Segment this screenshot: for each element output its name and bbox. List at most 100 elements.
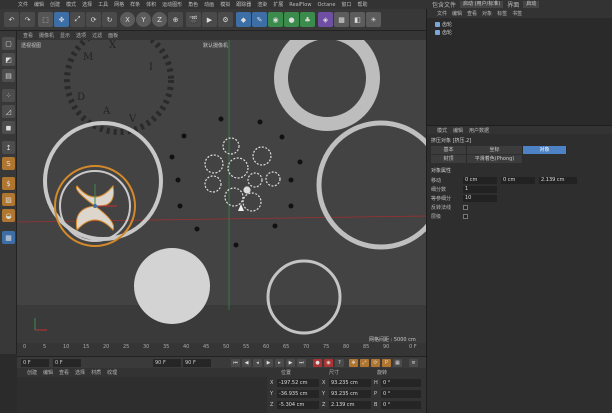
isoparm-field[interactable]: 10 <box>463 195 497 202</box>
next-key-icon[interactable]: ▶ <box>286 359 295 367</box>
position-y-field[interactable]: -36.935 cm <box>277 390 319 398</box>
move-z-field[interactable]: 2.139 cm <box>539 177 577 184</box>
move-y-field[interactable]: 0 cm <box>501 177 535 184</box>
menu-create[interactable]: 创建 <box>50 1 60 8</box>
snap-settings-icon[interactable]: $ <box>2 177 15 190</box>
next-frame-icon[interactable]: ▸ <box>275 359 284 367</box>
axis-x-button[interactable]: X <box>120 12 135 27</box>
tab-caps[interactable]: 封顶 <box>431 155 467 163</box>
current-frame-field[interactable]: 0 F <box>21 359 49 367</box>
workplane-icon[interactable]: ▨ <box>2 193 15 206</box>
menu-volume[interactable]: 体积 <box>146 1 156 8</box>
interface-select[interactable]: 启动 <box>523 1 540 8</box>
attr-menu-mode[interactable]: 模式 <box>437 127 447 134</box>
attr-menu-edit[interactable]: 编辑 <box>453 127 463 134</box>
points-mode-icon[interactable]: ⁘ <box>2 89 15 102</box>
om-menu-file[interactable]: 文件 <box>437 10 447 17</box>
prev-key-icon[interactable]: ◀ <box>242 359 251 367</box>
record-icon[interactable]: ● <box>313 359 322 367</box>
timeline-menu-icon[interactable]: ≡ <box>409 359 418 367</box>
menu-render[interactable]: 渲染 <box>257 1 267 8</box>
play-icon[interactable]: ▶ <box>264 359 273 367</box>
cloner-icon[interactable]: ● <box>284 12 299 27</box>
viewport-menu-cameras[interactable]: 摄像机 <box>39 32 54 39</box>
rotation-h-field[interactable]: 0 ° <box>381 379 421 387</box>
menu-mode[interactable]: 模式 <box>66 1 76 8</box>
viewport-menu-panel[interactable]: 面板 <box>108 32 118 39</box>
subdivision-field[interactable]: 1 <box>463 186 497 193</box>
om-menu-view[interactable]: 查看 <box>467 10 477 17</box>
object-manager-list[interactable]: 齿轮 齿轮 <box>427 18 612 125</box>
edges-mode-icon[interactable]: ◿ <box>2 105 15 118</box>
viewport-menu-display[interactable]: 显示 <box>60 32 70 39</box>
viewport-menu-view[interactable]: 查看 <box>23 32 33 39</box>
material-manager-area[interactable] <box>17 377 267 413</box>
hierarchical-checkbox[interactable] <box>463 214 468 219</box>
end-frame-field-b[interactable]: 90 F <box>183 359 211 367</box>
undo-icon[interactable]: ↶ <box>4 12 19 27</box>
menu-simulate[interactable]: 模拟 <box>220 1 230 8</box>
rotate-tool-icon[interactable]: ⟳ <box>86 12 101 27</box>
menu-select[interactable]: 选择 <box>82 1 92 8</box>
scale-tool-icon[interactable]: ⤢ <box>70 12 85 27</box>
list-item[interactable]: 齿轮 <box>435 29 452 36</box>
tab-coord[interactable]: 坐标 <box>467 146 523 154</box>
list-item[interactable]: 齿轮 <box>435 21 452 28</box>
flip-normals-checkbox[interactable] <box>463 205 468 210</box>
material-menu-view[interactable]: 查看 <box>59 369 69 376</box>
rotation-b-field[interactable]: 0 ° <box>381 401 421 409</box>
tab-basic[interactable]: 基本 <box>431 146 467 154</box>
position-z-field[interactable]: -5.304 cm <box>277 401 319 409</box>
material-menu-select[interactable]: 选择 <box>75 369 85 376</box>
key-pla-icon[interactable]: ▦ <box>393 359 402 367</box>
grid-icon[interactable]: ▦ <box>2 231 15 244</box>
menu-mesh[interactable]: 网格 <box>114 1 124 8</box>
material-menu-edit[interactable]: 编辑 <box>43 369 53 376</box>
recent-tool-icon[interactable]: ↻ <box>102 12 117 27</box>
start-frame-field[interactable]: 0 F <box>53 359 81 367</box>
viewport-menu-options[interactable]: 选项 <box>76 32 86 39</box>
locked-workplane-icon[interactable]: ◒ <box>2 209 15 222</box>
mograph-icon[interactable]: ♣ <box>300 12 315 27</box>
menu-window[interactable]: 窗口 <box>341 1 351 8</box>
menu-edit[interactable]: 编辑 <box>34 1 44 8</box>
render-settings-icon[interactable]: ⚙ <box>218 12 233 27</box>
camera-icon[interactable]: ◧ <box>350 12 365 27</box>
menu-tracker[interactable]: 跟踪器 <box>236 1 251 8</box>
key-parameter-icon[interactable]: P <box>382 359 391 367</box>
cube-icon[interactable]: ◆ <box>236 12 251 27</box>
viewport-menu-filter[interactable]: 过滤 <box>92 32 102 39</box>
menu-file[interactable]: 文件 <box>18 1 28 8</box>
position-x-field[interactable]: -197.52 cm <box>277 379 319 387</box>
menu-character[interactable]: 角色 <box>188 1 198 8</box>
menu-spline[interactable]: 样条 <box>130 1 140 8</box>
prev-frame-icon[interactable]: ◂ <box>253 359 262 367</box>
keyframe-selection-icon[interactable]: ? <box>335 359 344 367</box>
redo-icon[interactable]: ↷ <box>20 12 35 27</box>
size-y-field[interactable]: 93.235 cm <box>329 390 371 398</box>
move-tool-icon[interactable]: ✥ <box>54 12 69 27</box>
menu-animate[interactable]: 动画 <box>204 1 214 8</box>
menu-extensions[interactable]: 扩展 <box>273 1 283 8</box>
material-menu-create[interactable]: 创建 <box>27 369 37 376</box>
material-menu-material[interactable]: 材质 <box>91 369 101 376</box>
key-scale-icon[interactable]: ⤢ <box>360 359 369 367</box>
menu-mograph[interactable]: 运动图形 <box>162 1 182 8</box>
axis-y-button[interactable]: Y <box>136 12 151 27</box>
key-rotation-icon[interactable]: ⟳ <box>371 359 380 367</box>
menu-realflow[interactable]: RealFlow <box>289 2 311 8</box>
size-z-field[interactable]: 2.139 cm <box>329 401 371 409</box>
pen-icon[interactable]: ✎ <box>252 12 267 27</box>
goto-end-icon[interactable]: ⏭ <box>297 359 306 367</box>
axis-z-button[interactable]: Z <box>152 12 167 27</box>
rotation-p-field[interactable]: 0 ° <box>381 390 421 398</box>
model-mode-icon[interactable]: ◩ <box>2 53 15 66</box>
viewport[interactable]: 透视视图 默认摄像机 网格间距 : 5000 cm X I V A D M <box>17 40 426 343</box>
menu-octane[interactable]: Octane <box>317 2 335 8</box>
select-tool-icon[interactable]: ⬚ <box>38 12 53 27</box>
goto-start-icon[interactable]: ⏮ <box>231 359 240 367</box>
tab-phong[interactable]: 平滑着色(Phong) <box>467 155 523 163</box>
material-menu-texture[interactable]: 纹理 <box>107 369 117 376</box>
autokey-icon[interactable]: ◉ <box>324 359 333 367</box>
attr-menu-userdata[interactable]: 用户数据 <box>469 127 489 134</box>
